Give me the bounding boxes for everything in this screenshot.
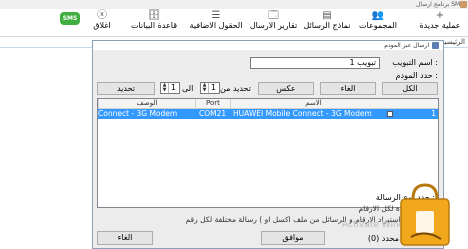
clear-selection-button[interactable]: الغاء bbox=[320, 82, 376, 95]
dialog-icon bbox=[432, 42, 439, 49]
new-operation-label: عملية جديدة bbox=[419, 21, 461, 30]
template-icon: ▤ bbox=[322, 10, 332, 21]
select-all-button[interactable]: الكل bbox=[382, 82, 438, 95]
groups-label: المجموعات bbox=[359, 21, 397, 30]
ribbon-toolbar: + عملية جديدة 👥 المجموعات ▤ نماذج الرسائ… bbox=[0, 9, 468, 37]
ok-button[interactable]: موافق bbox=[261, 231, 325, 245]
row-port: COM21 bbox=[199, 109, 227, 118]
app-icon bbox=[460, 1, 467, 8]
row-description: Connect - 3G Modem bbox=[98, 109, 178, 118]
site-logo bbox=[400, 183, 450, 246]
invert-selection-button[interactable]: عكس bbox=[258, 82, 314, 95]
range-from-value: 1 bbox=[210, 83, 216, 92]
range-to-value: 1 bbox=[170, 83, 176, 92]
cancel-button[interactable]: الغاء bbox=[97, 231, 153, 245]
range-from-label: تحديد من bbox=[220, 84, 251, 93]
stepper-arrows-icon[interactable]: ▲ ▼ bbox=[161, 83, 169, 93]
range-to-label: الى bbox=[182, 84, 194, 93]
people-icon: 👥 bbox=[371, 10, 385, 21]
database-label: قاعدة البيانات bbox=[130, 21, 178, 30]
close-label: اغلاق bbox=[93, 21, 111, 30]
tab-home[interactable]: الرئيسية bbox=[441, 37, 465, 47]
select-modem-label: حدد المودم : bbox=[395, 71, 438, 80]
send-reports-label: تقارير الارسال bbox=[249, 21, 298, 30]
range-to-stepper[interactable]: ▲ ▼ 1 bbox=[160, 82, 180, 94]
grid-header-port: Port bbox=[195, 99, 230, 108]
fields-icon: ☰ bbox=[211, 10, 221, 21]
select-range-button[interactable]: تحديد bbox=[97, 82, 155, 95]
window-title: برنامج ارسال SMS bbox=[416, 1, 464, 8]
tab-name-label: اسم التبويب : bbox=[392, 58, 438, 67]
main-area-left bbox=[0, 48, 92, 249]
grid-header-description: الوصف bbox=[98, 99, 195, 108]
message-templates-button[interactable]: ▤ نماذج الرسائل bbox=[302, 9, 352, 36]
extra-fields-label: الحقول الاضافية bbox=[189, 21, 243, 30]
stepper-arrows-icon[interactable]: ▲ ▼ bbox=[201, 83, 209, 93]
send-reports-button[interactable]: 🗔 تقارير الارسال bbox=[247, 9, 300, 36]
dialog-title-bar: ارسال عبر المودم bbox=[93, 41, 443, 50]
message-templates-label: نماذج الرسائل bbox=[303, 21, 351, 30]
sms-logo: SMS bbox=[60, 12, 80, 25]
extra-fields-button[interactable]: ☰ الحقول الاضافية bbox=[186, 9, 246, 36]
dialog-title: ارسال عبر المودم bbox=[384, 42, 429, 49]
close-button[interactable]: ⓧ اغلاق bbox=[84, 9, 120, 36]
row-number: 1 bbox=[431, 109, 436, 118]
grid-header-name: الاسم bbox=[230, 99, 396, 108]
database-icon: 🗄 bbox=[147, 10, 161, 21]
database-button[interactable]: 🗄 قاعدة البيانات bbox=[124, 9, 184, 36]
row-name: HUAWEI Mobile Connect - 3G Modem bbox=[233, 109, 372, 118]
tab-name-input[interactable]: تبويب 1 bbox=[250, 57, 380, 69]
title-bar: برنامج ارسال SMS bbox=[0, 0, 468, 9]
range-from-stepper[interactable]: ▲ ▼ 1 bbox=[200, 82, 220, 94]
row-checkbox[interactable] bbox=[387, 111, 393, 117]
groups-button[interactable]: 👥 المجموعات bbox=[354, 9, 402, 36]
modem-grid[interactable]: الوصف Port الاسم Connect - 3G Modem COM2… bbox=[97, 98, 439, 208]
report-icon: 🗔 bbox=[268, 10, 279, 21]
plus-icon: + bbox=[435, 10, 445, 21]
grid-header: الوصف Port الاسم bbox=[98, 99, 438, 109]
close-circle-icon: ⓧ bbox=[97, 10, 107, 21]
table-row[interactable]: Connect - 3G Modem COM21 HUAWEI Mobile C… bbox=[98, 109, 438, 119]
new-operation-button[interactable]: + عملية جديدة bbox=[414, 9, 466, 36]
